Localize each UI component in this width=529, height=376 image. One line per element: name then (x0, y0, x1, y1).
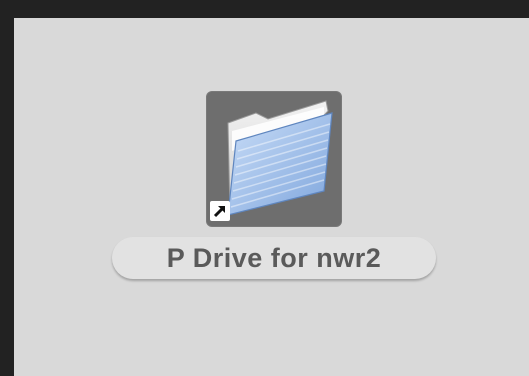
item-label: P Drive for nwr2 (166, 242, 382, 273)
alias-arrow-icon (210, 201, 230, 221)
folder-alias-item[interactable] (206, 91, 342, 227)
window-frame: P Drive for nwr2 (0, 0, 529, 376)
item-label-pill[interactable]: P Drive for nwr2 (112, 237, 436, 279)
desktop-area: P Drive for nwr2 (14, 18, 529, 376)
